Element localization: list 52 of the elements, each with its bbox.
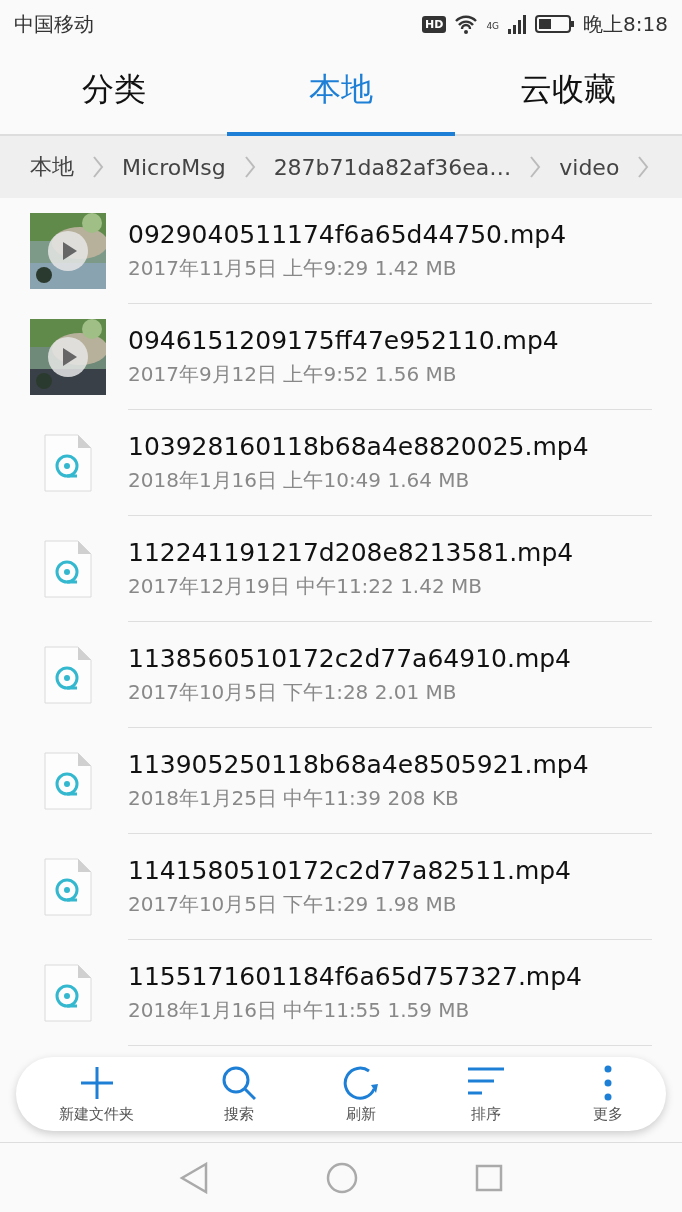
chevron-icon	[529, 155, 542, 179]
file-details: 2017年10月5日 下午1:28 2.01 MB	[128, 678, 458, 706]
video-file-icon	[44, 646, 92, 704]
file-name[interactable]: 0946151209175ff47e952110.mp4	[128, 325, 652, 355]
video-file-icon	[44, 434, 92, 492]
toolbar-button[interactable]: 刷新	[343, 1064, 380, 1124]
breadcrumb-item[interactable]: MicroMsg	[122, 154, 226, 180]
file-name[interactable]: 0929040511174f6a65d44750.mp4	[128, 219, 652, 249]
video-file-icon	[44, 540, 92, 598]
file-details: 2018年1月16日 上午10:49 1.64 MB	[128, 466, 471, 494]
toolbar-button[interactable]: 搜索	[220, 1064, 257, 1124]
video-file-icon	[44, 964, 92, 1022]
toolbar-button[interactable]: 排序	[466, 1064, 507, 1124]
add-icon	[78, 1064, 115, 1101]
play-icon[interactable]	[47, 230, 89, 272]
signal-icon	[507, 14, 528, 34]
file-name[interactable]: 112241191217d208e8213581.mp4	[128, 537, 652, 567]
tab[interactable]: 分类	[0, 48, 228, 136]
carrier-name: 中国移动	[14, 10, 94, 38]
file-name[interactable]: 1155171601184f6a65d757327.mp4	[128, 961, 652, 991]
file-name[interactable]: 1138560510172c2d77a64910.mp4	[128, 643, 652, 673]
recents-icon[interactable]	[475, 1163, 504, 1192]
file-details: 2017年12月19日 中午11:22 1.42 MB	[128, 572, 483, 600]
chevron-icon	[243, 155, 256, 179]
file-name[interactable]: 1141580510172c2d77a82511.mp4	[128, 855, 652, 885]
file-name[interactable]: 103928160118b68a4e8820025.mp4	[128, 431, 652, 461]
file-details: 2018年1月25日 中午11:39 208 KB	[128, 784, 460, 812]
file-details: 2017年11月5日 上午9:29 1.42 MB	[128, 254, 458, 282]
hd-badge: HD	[422, 15, 447, 33]
video-file-icon	[44, 752, 92, 810]
toolbar-button[interactable]: 新建文件夹	[59, 1064, 135, 1124]
back-icon[interactable]	[178, 1161, 209, 1194]
play-icon[interactable]	[47, 336, 89, 378]
chevron-icon	[92, 155, 104, 179]
file-details: 2017年10月5日 下午1:29 1.98 MB	[128, 890, 458, 918]
chevron-icon	[637, 155, 650, 179]
tab[interactable]: 云收藏	[454, 48, 682, 136]
toolbar-button[interactable]: 更多	[592, 1064, 623, 1124]
home-icon[interactable]	[326, 1161, 358, 1194]
breadcrumb-item[interactable]: video	[559, 154, 620, 180]
wifi-icon	[454, 14, 479, 34]
search-icon	[220, 1064, 257, 1101]
video-file-icon	[44, 858, 92, 916]
refresh-icon	[343, 1064, 380, 1101]
breadcrumb-item[interactable]: 287b71da82af36ea…	[273, 154, 512, 180]
file-details: 2017年9月12日 上午9:52 1.56 MB	[128, 360, 458, 388]
file-details: 2018年1月16日 中午11:55 1.59 MB	[128, 996, 471, 1024]
battery-icon	[535, 14, 576, 34]
file-name[interactable]: 113905250118b68a4e8505921.mp4	[128, 749, 652, 779]
clock: 晚上8:18	[583, 10, 668, 38]
breadcrumb-item[interactable]: 本地	[30, 152, 74, 182]
network-type: 4G	[486, 20, 500, 31]
